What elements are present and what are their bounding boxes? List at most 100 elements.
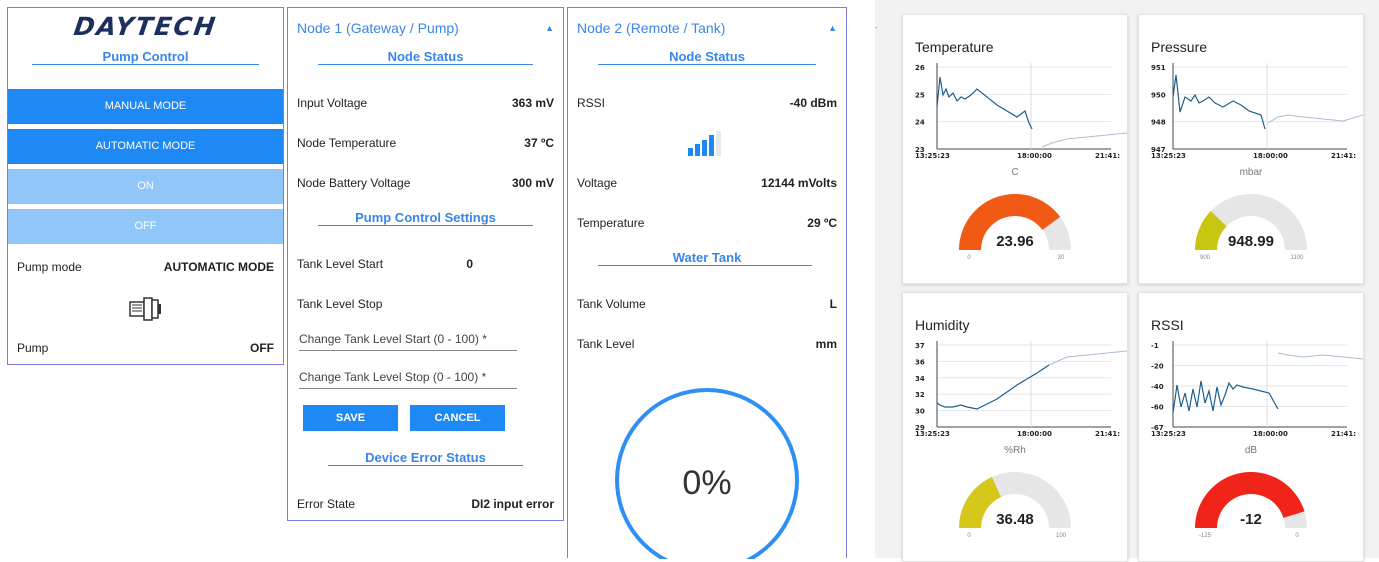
y-tick-label: 25 — [915, 91, 925, 99]
gauge-max-label: 0 — [1295, 533, 1299, 539]
gauge-min-label: 0 — [967, 533, 971, 539]
tank-level-percent: 0% — [682, 464, 731, 502]
y-tick-label: -1 — [1151, 342, 1159, 350]
voltage-row: Voltage 12144 mVolts — [577, 176, 837, 190]
x-tick-label: 21:41: — [1331, 430, 1356, 438]
card-graphics: 2625242313:25:23 18:00:00 21:41:C23.960 30 — [915, 63, 1127, 261]
node2-status-title: Node Status — [568, 47, 846, 67]
pump-control-title: Pump Control — [8, 47, 283, 67]
pressure-card: Pressure 951 950 948 947 13:25:23 18:00:00 21:4… — [1138, 14, 1364, 284]
y-tick-label: -60 — [1151, 404, 1164, 412]
pump-row: Pump OFF — [17, 341, 274, 355]
y-tick-label: 32 — [915, 391, 925, 399]
tank-level-start-row: Tank Level Start 0 — [297, 257, 473, 271]
daytech-logo: DAYTECH — [72, 12, 219, 41]
x-tick-label: 13:25:23 — [1151, 430, 1186, 438]
x-tick-label: 13:25:23 — [915, 152, 950, 160]
tank-level-row: Tank Level mm — [577, 337, 837, 351]
pump-control-panel: DAYTECH Pump Control MANUAL MODE AUTOMAT… — [7, 7, 284, 365]
tank-level-start-input[interactable]: Change Tank Level Start (0 - 100) * — [299, 332, 517, 351]
trend-series — [936, 76, 1127, 148]
rssi-row: RSSI -40 dBm — [577, 96, 837, 110]
temperature-row: Temperature 29 ºC — [577, 216, 837, 230]
gauge-value: 948.99 — [1228, 233, 1274, 250]
temperature-card: Temperature 26 25 24 23 13:25:23 18:00:00 21:41… — [902, 14, 1128, 284]
x-tick-label: 18:00:00 — [1253, 152, 1288, 160]
x-tick-label: 18:00:00 — [1253, 430, 1288, 438]
pump-label: Pump — [17, 341, 49, 355]
input-voltage-row: Input Voltage 363 mV — [297, 96, 554, 110]
node2-header[interactable]: Node 2 (Remote / Tank) ▲ — [577, 18, 837, 38]
tank-level-stop-row: Tank Level Stop — [297, 297, 383, 311]
trend-series — [1172, 352, 1363, 414]
trend-series — [1172, 74, 1363, 130]
unit-label: dB — [1245, 445, 1258, 456]
on-button[interactable]: ON — [8, 169, 283, 204]
signal-strength-icon — [688, 131, 721, 156]
gauge-value: 23.96 — [996, 233, 1034, 250]
gauge-max-label: 1100 — [1291, 255, 1305, 261]
node1-header[interactable]: Node 1 (Gateway / Pump) ▲ — [297, 18, 554, 38]
node2-title: Node 2 (Remote / Tank) — [577, 20, 726, 36]
x-tick-label: 21:41: — [1095, 152, 1120, 160]
unit-label: mbar — [1240, 167, 1263, 178]
manual-mode-button[interactable]: MANUAL MODE — [8, 89, 283, 124]
y-tick-label: 30 — [915, 408, 925, 416]
y-tick-label: -40 — [1151, 383, 1164, 391]
unit-label: %Rh — [1004, 445, 1026, 456]
tank-volume-row: Tank Volume L — [577, 297, 837, 311]
collapse-caret-icon[interactable]: ▲ — [545, 23, 554, 33]
x-tick-label: 18:00:00 — [1017, 430, 1052, 438]
node1-panel: Node 1 (Gateway / Pump) ▲ Node Status In… — [287, 7, 564, 521]
gauge-min-label: -125 — [1199, 533, 1212, 539]
card-graphics: 95195094894713:25:23 18:00:00 21:41:mbar94… — [1151, 63, 1363, 261]
off-button[interactable]: OFF — [8, 209, 283, 244]
cancel-button[interactable]: CANCEL — [410, 405, 505, 431]
pump-value: OFF — [250, 341, 274, 355]
humidity-card: Humidity 37 36 34 32 30 29 13:25:23 18:00:00 21:4… — [902, 292, 1128, 562]
node1-title: Node 1 (Gateway / Pump) — [297, 20, 459, 36]
water-tank-title: Water Tank — [568, 248, 846, 268]
y-tick-label: 37 — [915, 342, 925, 350]
y-tick-label: 951 — [1151, 64, 1166, 72]
x-tick-label: 21:41: — [1095, 430, 1120, 438]
device-error-title: Device Error Status — [288, 448, 563, 468]
pump-mode-value: AUTOMATIC MODE — [163, 260, 274, 274]
pump-mode-label: Pump mode — [17, 260, 82, 274]
pump-settings-title: Pump Control Settings — [288, 208, 563, 228]
tank-level-stop-input[interactable]: Change Tank Level Stop (0 - 100) * — [299, 370, 517, 389]
tank-level-gauge: 0% — [615, 388, 799, 559]
y-tick-label: 36 — [915, 358, 925, 366]
pump-icon — [129, 297, 161, 321]
y-tick-label: 24 — [915, 119, 925, 127]
pump-mode-row: Pump mode AUTOMATIC MODE — [17, 260, 274, 274]
node2-panel: Node 2 (Remote / Tank) ▲ Node Status RSS… — [567, 7, 847, 559]
battery-voltage-row: Node Battery Voltage 300 mV — [297, 176, 554, 190]
collapse-caret-icon[interactable]: ▲ — [828, 23, 837, 33]
x-tick-label: 21:41: — [1331, 152, 1356, 160]
error-state-row: Error State DI2 input error — [297, 497, 554, 511]
y-tick-label: -20 — [1151, 363, 1164, 371]
gauge-value: -12 — [1240, 511, 1262, 528]
y-tick-label: 26 — [915, 64, 925, 72]
y-tick-label: 950 — [1151, 91, 1166, 99]
node-temperature-row: Node Temperature 37 ºC — [297, 136, 554, 150]
trend-series — [936, 350, 1127, 410]
x-tick-label: 18:00:00 — [1017, 152, 1052, 160]
unit-label: C — [1011, 167, 1018, 178]
automatic-mode-button[interactable]: AUTOMATIC MODE — [8, 129, 283, 164]
gauge-min-label: 900 — [1200, 255, 1211, 261]
y-tick-label: 948 — [1151, 119, 1166, 127]
node1-status-title: Node Status — [288, 47, 563, 67]
card-graphics: 37363432302913:25:23 18:00:00 21:41:%Rh36.… — [915, 341, 1127, 539]
gauge-max-label: 30 — [1058, 255, 1065, 261]
x-tick-label: 13:25:23 — [915, 430, 950, 438]
x-tick-label: 13:25:23 — [1151, 152, 1186, 160]
gauge-fill — [959, 476, 1001, 528]
rssi-card: RSSI -1 -20 -40 -60 -67 13:25:23 18:00:00 21:41:… — [1138, 292, 1364, 562]
gauge-value: 36.48 — [996, 511, 1034, 528]
gauge-min-label: 0 — [967, 255, 971, 261]
save-button[interactable]: SAVE — [303, 405, 398, 431]
gauge-max-label: 100 — [1056, 533, 1067, 539]
card-graphics: -1-20-40-60-6713:25:23 18:00:00 21:41:dB-1… — [1151, 341, 1363, 539]
